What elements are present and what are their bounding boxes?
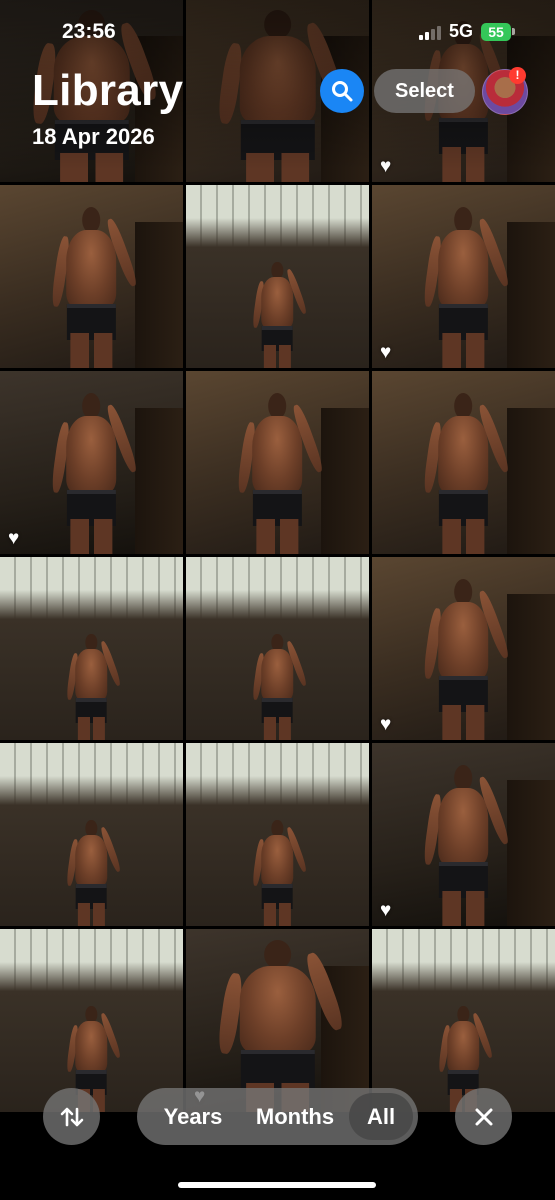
segment-months[interactable]: Months [245,1088,345,1145]
select-button[interactable]: Select [374,69,475,113]
photo-subject [50,206,140,368]
photo-thumbnail[interactable]: ♥ [372,185,555,368]
favorite-heart-icon: ♥ [8,528,20,549]
photo-thumbnail[interactable] [372,929,555,1112]
photo-subject [422,578,512,740]
signal-icon [418,24,441,40]
photo-subject [236,392,326,554]
battery-icon: 55 [481,22,515,41]
close-icon [475,1108,492,1125]
favorite-heart-icon: ♥ [380,900,392,921]
background-door [507,779,555,926]
favorite-heart-icon: ♥ [380,714,392,735]
sort-button[interactable] [43,1088,100,1145]
bottom-toolbar: Years Months All [0,1088,555,1148]
search-button[interactable] [320,69,364,113]
date-label: 18 Apr 2026 [32,124,155,149]
photo-thumbnail[interactable] [0,743,183,926]
photo-thumbnail[interactable] [186,557,369,740]
photo-thumbnail[interactable] [0,929,183,1112]
favorite-heart-icon: ♥ [380,156,392,177]
photo-thumbnail[interactable] [186,371,369,554]
photo-thumbnail[interactable]: ♥ [372,557,555,740]
photo-subject [216,9,346,182]
background-door [135,407,183,554]
photo-thumbnail[interactable] [186,743,369,926]
close-button[interactable] [455,1088,512,1145]
photo-subject [216,939,346,1112]
photo-subject [422,206,512,368]
photo-subject [65,819,123,926]
battery-level: 55 [481,22,511,41]
photo-subject [251,819,309,926]
photo-subject [251,261,309,368]
segment-all[interactable]: All [349,1088,413,1145]
photo-subject [422,392,512,554]
segment-years[interactable]: Years [151,1088,235,1145]
photo-grid: ♥ ♥ ♥ ♥ ♥ ♥ [0,0,555,1199]
photo-subject [50,392,140,554]
photo-subject [251,633,309,740]
page-title: Library [32,66,184,115]
status-time: 23:56 [62,20,116,43]
photo-thumbnail[interactable]: ♥ [372,743,555,926]
photo-thumbnail[interactable] [186,185,369,368]
network-label: 5G [448,21,473,41]
background-door [507,593,555,740]
favorite-heart-icon: ♥ [380,342,392,363]
alert-badge: ! [509,67,526,84]
photo-thumbnail[interactable]: ♥ [186,929,369,1112]
background-door [507,407,555,554]
background-door [507,221,555,368]
photo-thumbnail[interactable] [372,371,555,554]
magnifying-glass-icon [332,81,353,102]
background-door [135,221,183,368]
status-indicators: 5G 55 [418,21,515,42]
home-indicator[interactable] [178,1182,376,1188]
photo-subject [422,764,512,926]
up-down-arrows-icon [60,1107,83,1126]
photo-thumbnail[interactable] [0,185,183,368]
view-segmented-control: Years Months All [137,1088,418,1145]
background-door [321,407,369,554]
photo-subject [65,633,123,740]
photo-thumbnail[interactable] [0,557,183,740]
photo-thumbnail[interactable]: ♥ [0,371,183,554]
